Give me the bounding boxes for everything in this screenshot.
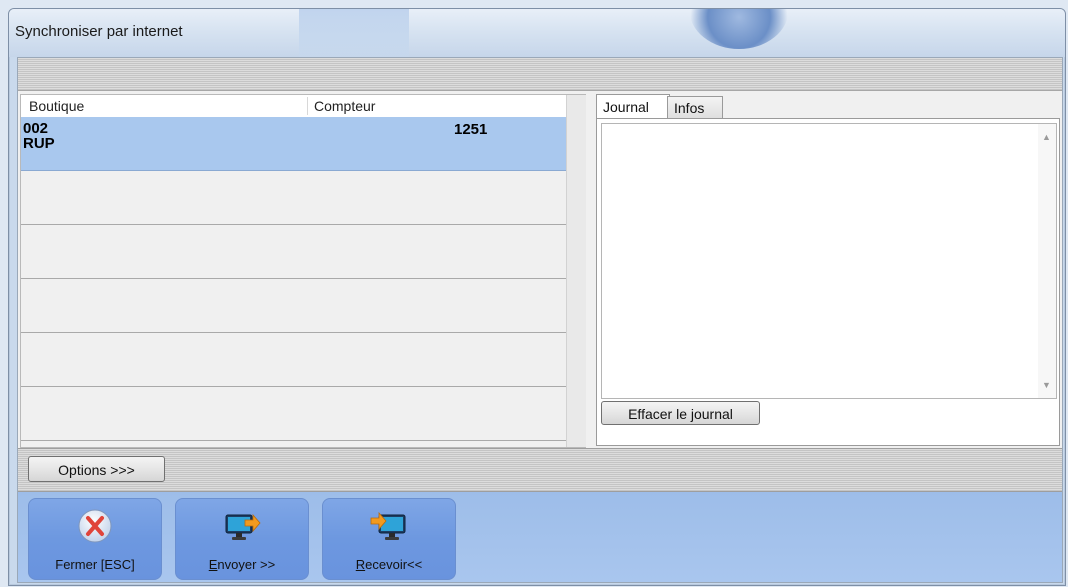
table-row[interactable] [21, 333, 566, 387]
cell-boutique: 002 RUP [23, 121, 55, 151]
titlebar-decoration [299, 9, 409, 57]
top-toolbar-strip [18, 58, 1062, 91]
cell-compteur: 1251 [454, 121, 488, 138]
send-button[interactable]: Envoyer >> [175, 498, 309, 580]
sync-window: Synchroniser par internet Boutique Compt… [8, 8, 1066, 586]
boutique-name: RUP [23, 135, 55, 152]
table-row[interactable] [21, 279, 566, 333]
scroll-down-arrow-icon[interactable]: ▼ [1042, 380, 1051, 390]
grid-header: Boutique Compteur [21, 95, 566, 118]
tab-infos[interactable]: Infos [667, 96, 723, 119]
bottom-toolbar: Fermer [ESC] Envoyer >> Recevoir<< [18, 492, 1062, 582]
journal-tab-body: ▲ ▼ Effacer le journal [596, 118, 1060, 446]
titlebar-orb-decoration [689, 9, 789, 49]
window-client-area: Boutique Compteur 002 RUP 1251 Journal In… [17, 57, 1063, 583]
title-bar[interactable]: Synchroniser par internet [9, 9, 1065, 57]
journal-textbox[interactable]: ▲ ▼ [601, 123, 1057, 399]
table-row[interactable] [21, 225, 566, 279]
close-icon [78, 509, 112, 543]
window-title: Synchroniser par internet [15, 23, 183, 40]
grid-scrollbar[interactable] [566, 95, 586, 447]
receive-button-label: Recevoir<< [355, 557, 423, 572]
tab-journal[interactable]: Journal [596, 94, 670, 119]
table-row[interactable] [21, 387, 566, 441]
log-tab-panel: Journal Infos ▲ ▼ Effacer le journal [596, 94, 1060, 446]
receive-monitor-icon [370, 511, 406, 540]
options-strip: Options >>> [18, 448, 1062, 492]
scroll-up-arrow-icon[interactable]: ▲ [1042, 132, 1051, 142]
table-row[interactable]: 002 RUP 1251 [21, 117, 566, 171]
send-button-label: Envoyer >> [208, 557, 276, 572]
column-header-boutique[interactable]: Boutique [29, 98, 84, 114]
send-monitor-icon [225, 513, 261, 540]
journal-scrollbar[interactable]: ▲ ▼ [1038, 124, 1056, 398]
column-separator[interactable] [307, 97, 308, 115]
clear-journal-button[interactable]: Effacer le journal [601, 401, 760, 425]
boutique-grid[interactable]: Boutique Compteur 002 RUP 1251 [20, 94, 586, 448]
receive-button[interactable]: Recevoir<< [322, 498, 456, 580]
close-button-label: Fermer [ESC] [55, 557, 135, 572]
close-button[interactable]: Fermer [ESC] [28, 498, 162, 580]
options-button[interactable]: Options >>> [28, 456, 165, 482]
table-row[interactable] [21, 171, 566, 225]
column-header-compteur[interactable]: Compteur [314, 98, 375, 114]
